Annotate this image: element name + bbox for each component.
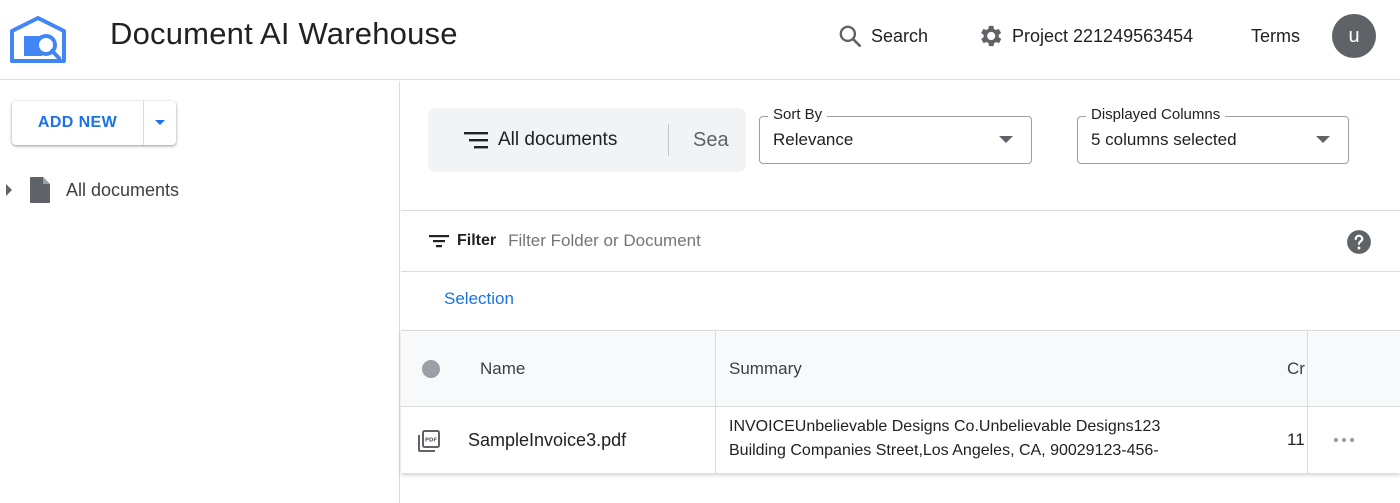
document-name-link[interactable]: SampleInvoice3.pdf	[468, 407, 626, 473]
selection-link[interactable]: Selection	[444, 289, 514, 309]
search-label: Search	[871, 25, 929, 46]
documents-table: Name Summary Cr PDF SampleInvoice3.pdf I…	[401, 330, 1400, 473]
column-divider[interactable]	[715, 331, 716, 406]
left-panel: ADD NEW All documents	[0, 81, 400, 503]
main-content: All documents Sea Sort By Relevance Disp…	[401, 81, 1400, 503]
pdf-icon: PDF	[418, 430, 440, 452]
filter-icon	[429, 235, 449, 248]
add-new-dropdown-button[interactable]	[144, 101, 176, 145]
filter-label: Filter	[457, 232, 497, 249]
sort-by-select[interactable]: Sort By Relevance	[759, 106, 1032, 164]
column-divider	[715, 407, 716, 473]
more-options-icon[interactable]	[1333, 437, 1355, 443]
avatar[interactable]: u	[1332, 14, 1376, 58]
gear-icon	[981, 25, 1002, 47]
project-selector-button[interactable]: Project 221249563454	[976, 22, 1193, 50]
column-header-created[interactable]: Cr	[1287, 331, 1307, 406]
header-search-button[interactable]: Search	[837, 22, 928, 50]
search-tab[interactable]: Sea	[669, 129, 729, 152]
tree-item-all-documents[interactable]: All documents	[0, 175, 179, 205]
filter-input[interactable]	[508, 231, 1009, 251]
displayed-columns-value: 5 columns selected	[1091, 130, 1237, 149]
warehouse-logo-icon[interactable]	[8, 14, 68, 66]
add-new-button-group: ADD NEW	[12, 101, 176, 145]
summary-line: Building Companies Street,Los Angeles, C…	[729, 442, 1159, 459]
sort-by-value: Relevance	[773, 130, 854, 149]
displayed-columns-label: Displayed Columns	[1086, 106, 1226, 123]
document-created: 11	[1287, 430, 1305, 449]
dropdown-arrow-icon	[1316, 136, 1330, 143]
search-icon	[839, 25, 862, 48]
tree-item-label: All documents	[66, 179, 180, 200]
summary-line: INVOICEUnbelievable Designs Co.Unbelieva…	[729, 418, 1161, 435]
caret-down-icon	[155, 120, 165, 125]
all-documents-tab[interactable]: All documents	[428, 108, 668, 172]
column-divider[interactable]	[1307, 331, 1308, 406]
file-icon	[30, 177, 50, 203]
column-header-summary[interactable]: Summary	[729, 331, 802, 406]
table-header: Name Summary Cr	[401, 331, 1400, 407]
project-label: Project 221249563454	[1012, 25, 1194, 46]
help-icon[interactable]	[1346, 229, 1372, 255]
column-divider	[1307, 407, 1308, 473]
document-summary: INVOICEUnbelievable Designs Co.Unbelieva…	[729, 415, 1279, 463]
filter-bar: Filter	[401, 210, 1400, 272]
dropdown-arrow-icon	[999, 136, 1013, 143]
displayed-columns-select[interactable]: Displayed Columns 5 columns selected	[1077, 106, 1349, 164]
expand-caret-icon[interactable]	[4, 183, 14, 197]
all-documents-tab-label: All documents	[498, 129, 618, 150]
svg-text:PDF: PDF	[425, 438, 438, 444]
view-switcher: All documents Sea	[428, 108, 746, 172]
column-header-name[interactable]: Name	[480, 331, 525, 406]
select-all-checkbox[interactable]	[422, 360, 440, 378]
terms-link[interactable]: Terms	[1251, 22, 1300, 50]
sort-list-icon	[464, 132, 488, 149]
table-row[interactable]: PDF SampleInvoice3.pdf INVOICEUnbelievab…	[401, 407, 1400, 473]
app-header: Document AI Warehouse Search Project 221…	[0, 0, 1400, 80]
app-title: Document AI Warehouse	[110, 16, 458, 51]
sort-by-label: Sort By	[768, 106, 828, 123]
add-new-button[interactable]: ADD NEW	[12, 101, 144, 145]
